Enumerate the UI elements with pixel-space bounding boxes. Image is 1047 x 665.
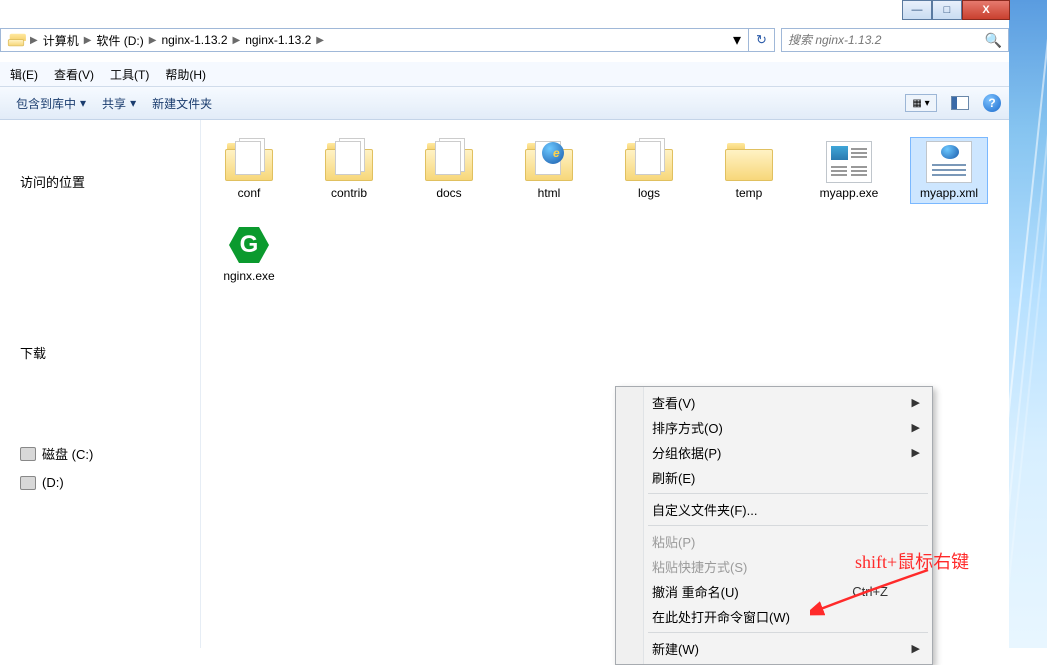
address-dropdown-icon[interactable]: ▾ xyxy=(728,28,746,52)
context-menu-label: 在此处打开命令窗口(W) xyxy=(652,607,790,626)
address-bar[interactable]: ▶ 计算机 ▶ 软件 (D:) ▶ nginx-1.13.2 ▶ nginx-1… xyxy=(0,28,749,52)
breadcrumb-folder-2[interactable]: nginx-1.13.2 xyxy=(241,29,315,51)
breadcrumb-folder-1[interactable]: nginx-1.13.2 xyxy=(157,29,231,51)
file-label: contrib xyxy=(331,186,367,201)
file-label: conf xyxy=(238,186,261,201)
file-label: html xyxy=(538,186,561,201)
annotation-arrow-icon xyxy=(810,562,940,622)
context-menu-label: 刷新(E) xyxy=(652,468,695,487)
file-item-myapp-xml[interactable]: myapp.xml xyxy=(911,138,987,203)
file-item-temp[interactable]: temp xyxy=(711,138,787,203)
context-menu-item[interactable]: 新建(W) ▶ xyxy=(618,636,930,661)
menu-view[interactable]: 查看(V) xyxy=(46,64,102,85)
menu-tools[interactable]: 工具(T) xyxy=(102,64,157,85)
nav-recent-places[interactable]: 访问的位置 xyxy=(4,166,196,197)
navigation-pane: 访问的位置 下载 磁盘 (C:) (D:) xyxy=(0,120,200,648)
view-mode-button[interactable]: ▦ ▾ xyxy=(905,94,937,112)
context-menu-label: 排序方式(O) xyxy=(652,418,723,437)
chevron-right-icon[interactable]: ▶ xyxy=(315,35,325,46)
submenu-arrow-icon: ▶ xyxy=(912,396,920,409)
file-item-conf[interactable]: conf xyxy=(211,138,287,203)
file-label: temp xyxy=(736,186,763,201)
address-bar-row: ▶ 计算机 ▶ 软件 (D:) ▶ nginx-1.13.2 ▶ nginx-1… xyxy=(0,25,1009,55)
context-menu-label: 粘贴快捷方式(S) xyxy=(652,557,747,576)
context-menu-label: 查看(V) xyxy=(652,393,695,412)
context-menu-label: 分组依据(P) xyxy=(652,443,721,462)
chevron-right-icon[interactable]: ▶ xyxy=(148,35,158,46)
file-label: docs xyxy=(436,186,461,201)
file-item-myapp-exe[interactable]: myapp.exe xyxy=(811,138,887,203)
menu-help[interactable]: 帮助(H) xyxy=(157,64,214,85)
close-button[interactable]: X xyxy=(962,0,1010,20)
search-icon[interactable]: 🔍 xyxy=(985,32,1002,49)
toolbar: 包含到库中 ▾ 共享 ▾ 新建文件夹 ▦ ▾ ? xyxy=(0,86,1009,120)
context-menu-item[interactable]: 排序方式(O) ▶ xyxy=(618,415,930,440)
context-menu: 查看(V) ▶ 排序方式(O) ▶ 分组依据(P) ▶ 刷新(E) 自定义文件夹(F)... 粘… xyxy=(615,386,933,665)
context-menu-label: 新建(W) xyxy=(652,639,699,658)
disk-icon xyxy=(20,447,36,461)
context-menu-item[interactable]: 分组依据(P) ▶ xyxy=(618,440,930,465)
submenu-arrow-icon: ▶ xyxy=(912,642,920,655)
share-button[interactable]: 共享 ▾ xyxy=(94,92,144,115)
chevron-right-icon[interactable]: ▶ xyxy=(232,35,242,46)
file-item-nginx-exe[interactable]: Gnginx.exe xyxy=(211,221,287,286)
minimize-button[interactable]: — xyxy=(902,0,932,20)
breadcrumb-drive[interactable]: 软件 (D:) xyxy=(92,29,147,51)
desktop-background-strip xyxy=(1009,0,1047,648)
file-item-logs[interactable]: logs xyxy=(611,138,687,203)
search-input[interactable] xyxy=(788,33,985,47)
file-label: logs xyxy=(638,186,660,201)
file-item-html[interactable]: html xyxy=(511,138,587,203)
refresh-button[interactable]: ↻ xyxy=(749,28,775,52)
file-item-docs[interactable]: docs xyxy=(411,138,487,203)
file-item-contrib[interactable]: contrib xyxy=(311,138,387,203)
chevron-right-icon[interactable]: ▶ xyxy=(83,35,93,46)
maximize-button[interactable]: □ xyxy=(932,0,962,20)
window-controls: — □ X xyxy=(902,0,1010,22)
breadcrumb-computer[interactable]: 计算机 xyxy=(39,29,83,51)
context-menu-item[interactable]: 查看(V) ▶ xyxy=(618,390,930,415)
new-folder-button[interactable]: 新建文件夹 xyxy=(144,92,220,115)
context-menu-separator xyxy=(648,525,928,526)
file-label: myapp.exe xyxy=(820,186,879,201)
submenu-arrow-icon: ▶ xyxy=(912,421,920,434)
nav-item[interactable] xyxy=(4,128,196,140)
context-menu-separator xyxy=(648,632,928,633)
context-menu-item[interactable]: 自定义文件夹(F)... xyxy=(618,497,930,522)
include-in-library-button[interactable]: 包含到库中 ▾ xyxy=(8,92,94,115)
context-menu-label: 粘贴(P) xyxy=(652,532,695,551)
submenu-arrow-icon: ▶ xyxy=(912,446,920,459)
nav-disk-d[interactable]: (D:) xyxy=(4,469,196,496)
file-label: myapp.xml xyxy=(920,186,978,201)
folder-icon xyxy=(3,29,29,51)
disk-icon xyxy=(20,476,36,490)
preview-pane-button[interactable] xyxy=(951,96,969,110)
context-menu-item[interactable]: 刷新(E) xyxy=(618,465,930,490)
context-menu-label: 自定义文件夹(F)... xyxy=(652,500,757,519)
menu-bar: 辑(E) 查看(V) 工具(T) 帮助(H) xyxy=(0,62,1009,86)
help-icon[interactable]: ? xyxy=(983,94,1001,112)
context-menu-label: 撤消 重命名(U) xyxy=(652,582,739,601)
context-menu-separator xyxy=(648,493,928,494)
chevron-right-icon[interactable]: ▶ xyxy=(29,35,39,46)
menu-edit[interactable]: 辑(E) xyxy=(2,64,46,85)
file-label: nginx.exe xyxy=(223,269,274,284)
search-box[interactable]: 🔍 xyxy=(781,28,1009,52)
nav-downloads[interactable]: 下载 xyxy=(4,337,196,368)
nav-disk-c[interactable]: 磁盘 (C:) xyxy=(4,438,196,469)
